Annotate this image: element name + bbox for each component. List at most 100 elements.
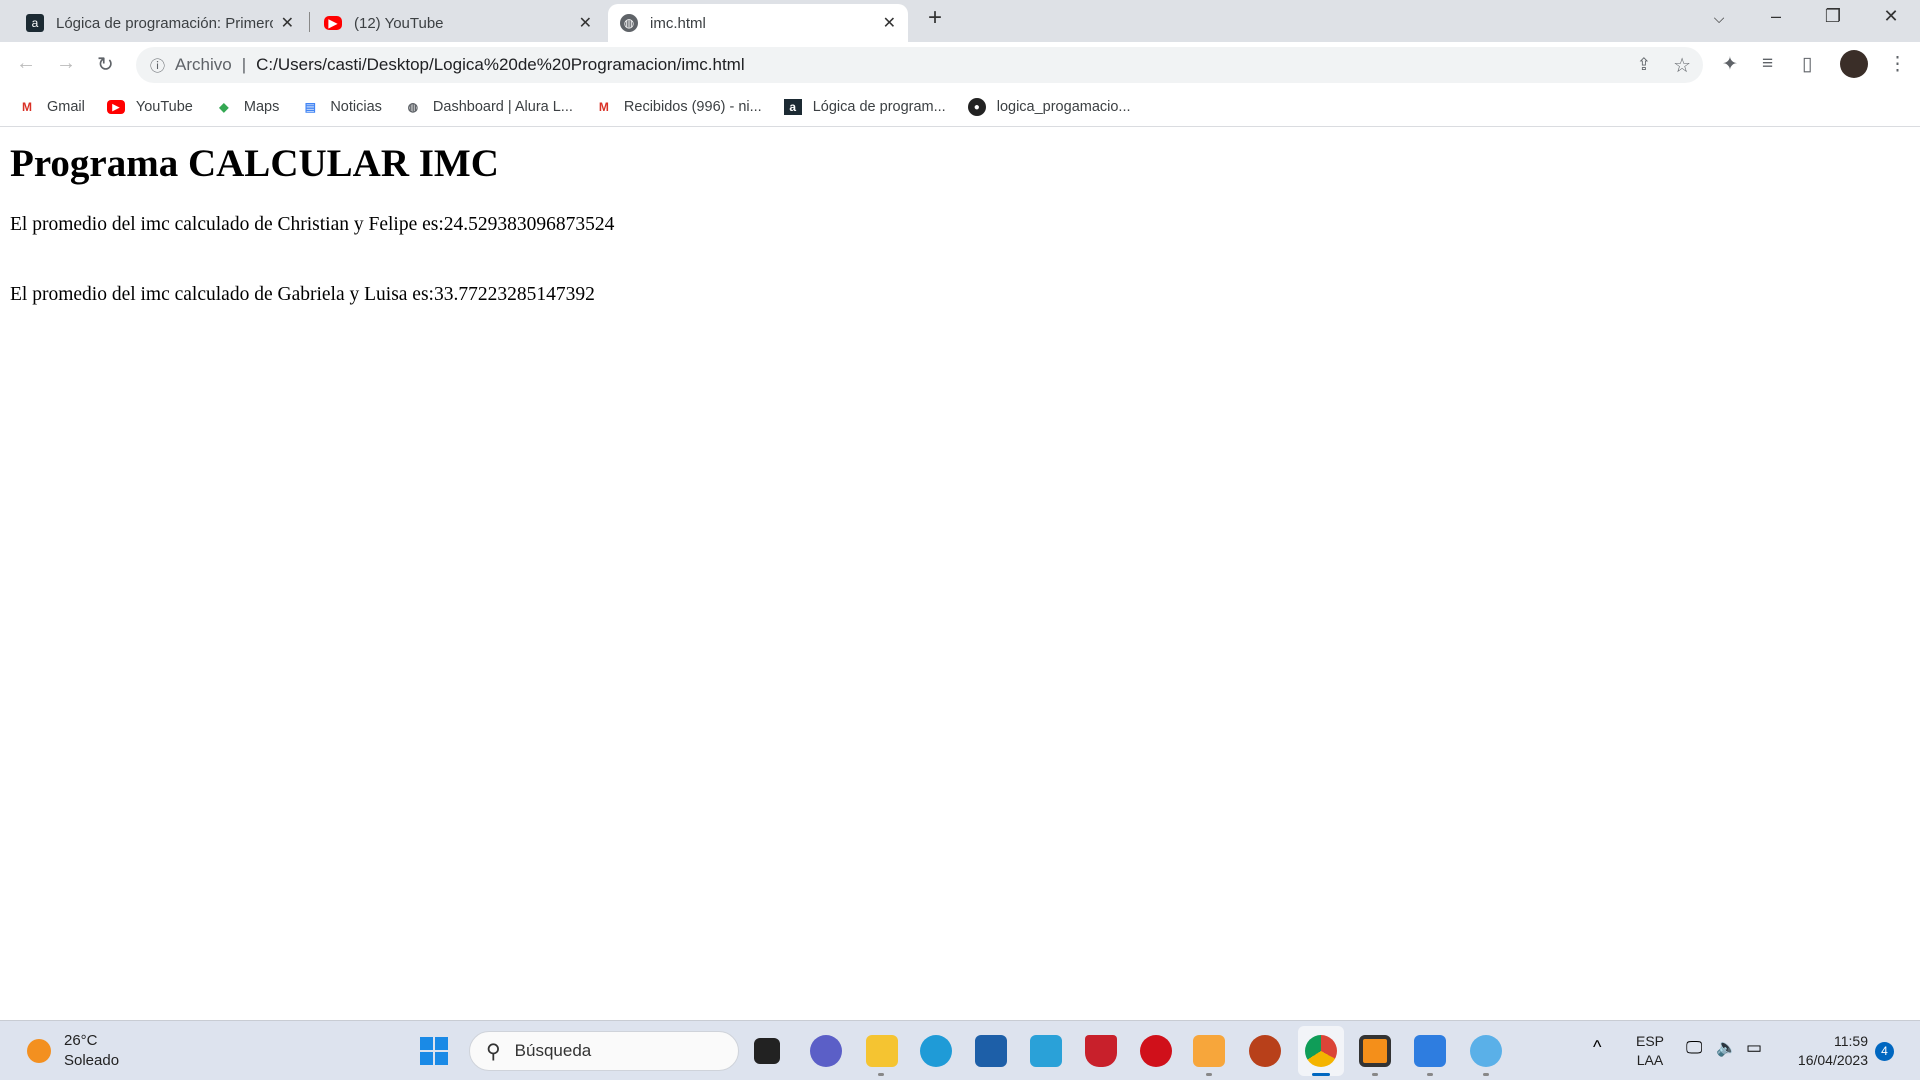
paint-icon[interactable] [1470, 1035, 1502, 1067]
notification-badge[interactable]: 4 [1875, 1042, 1894, 1061]
share-icon[interactable]: ⇪ [1637, 55, 1651, 75]
l-app-icon[interactable] [1030, 1035, 1062, 1067]
star-icon[interactable]: ☆ [1673, 53, 1691, 78]
tab-search-chevron-icon[interactable]: ⌵ [1704, 10, 1734, 27]
youtube-icon: ▶ [106, 100, 125, 114]
clock[interactable]: 11:59 16/04/2023 [1798, 1032, 1868, 1070]
store-icon[interactable] [975, 1035, 1007, 1067]
bookmark-recibidos[interactable]: M Recibidos (996) - ni... [595, 99, 762, 115]
menu-icon[interactable]: ⋮ [1888, 53, 1907, 76]
volume-icon[interactable]: 🔈 [1716, 1038, 1737, 1058]
result-line-2: El promedio del imc calculado de Gabriel… [10, 284, 595, 305]
toolbar: ← → ↻ ⓘ Archivo | C:/Users/casti/Desktop… [0, 42, 1920, 88]
bookmark-label: Noticias [330, 99, 382, 115]
tab-imc[interactable]: ◍ imc.html ✕ [608, 4, 908, 42]
restore-button[interactable]: ❐ [1818, 6, 1848, 27]
search-box[interactable]: ⚲ Búsqueda [469, 1031, 739, 1071]
sublime-text-icon[interactable] [1359, 1035, 1391, 1067]
network-icon[interactable]: 🖵 [1686, 1038, 1702, 1058]
page-title: Programa CALCULAR IMC [10, 142, 499, 185]
bookmark-label: logica_progamacio... [996, 99, 1131, 115]
github-icon: ● [967, 98, 986, 116]
free-fire-icon[interactable] [1249, 1035, 1281, 1067]
bookmark-label: Maps [243, 99, 280, 115]
file-explorer-icon[interactable] [866, 1035, 898, 1067]
media-icon[interactable]: ≡ [1762, 53, 1773, 75]
info-icon[interactable]: ⓘ [150, 55, 165, 76]
weather-condition: Soleado [64, 1052, 120, 1069]
scheme-label: Archivo [175, 55, 232, 74]
running-indicator [1206, 1073, 1212, 1076]
close-icon[interactable]: ✕ [579, 13, 592, 33]
photos-icon[interactable] [1414, 1035, 1446, 1067]
side-panel-icon[interactable]: ▯ [1802, 53, 1812, 76]
bookmark-youtube[interactable]: ▶ YouTube [106, 99, 193, 115]
tab-youtube[interactable]: ▶ (12) YouTube ✕ [312, 4, 604, 42]
sun-icon [27, 1039, 51, 1063]
bookmark-logica[interactable]: a Lógica de program... [783, 99, 946, 115]
edge-icon[interactable] [920, 1035, 952, 1067]
alura-icon: a [26, 14, 44, 32]
bookmark-gmail[interactable]: M Gmail [18, 99, 85, 115]
forward-icon[interactable]: → [56, 52, 76, 75]
tab-title: imc.html [650, 14, 706, 32]
tab-alura[interactable]: a Lógica de programación: Primeros pasos… [14, 4, 306, 42]
bookmark-maps[interactable]: ◆ Maps [215, 99, 279, 115]
date: 16/04/2023 [1797, 1052, 1868, 1068]
mcafee-icon[interactable] [1085, 1035, 1117, 1067]
close-window-button[interactable]: ✕ [1876, 6, 1906, 27]
maps-icon: ◆ [219, 100, 229, 114]
bookmark-noticias[interactable]: ▤ Noticias [301, 99, 382, 115]
globe-icon: ◍ [407, 100, 419, 114]
chrome-icon[interactable] [1305, 1035, 1337, 1067]
gmail-icon: M [22, 100, 32, 114]
language-indicator[interactable]: ESP LAA [1636, 1032, 1664, 1070]
active-indicator [1312, 1073, 1330, 1076]
search-placeholder: Búsqueda [514, 1041, 592, 1060]
start-button[interactable] [420, 1037, 448, 1065]
tab-title: (12) YouTube [354, 14, 444, 32]
weather-widget[interactable]: 26°C Soleado [64, 1031, 119, 1071]
bookmark-label: Recibidos (996) - ni... [623, 99, 762, 115]
extensions-icon[interactable]: ✦ [1722, 53, 1738, 76]
time: 11:59 [1834, 1033, 1868, 1049]
page-content: Programa CALCULAR IMC El promedio del im… [10, 127, 614, 306]
chevron-up-icon[interactable]: ^ [1593, 1037, 1601, 1058]
close-icon[interactable]: ✕ [883, 13, 896, 33]
red-app-icon[interactable] [1140, 1035, 1172, 1067]
divider: | [241, 55, 247, 74]
running-indicator [1483, 1073, 1489, 1076]
running-indicator [1427, 1073, 1433, 1076]
bookmark-github[interactable]: ● logica_progamacio... [967, 98, 1131, 116]
alura-icon: a [783, 99, 802, 115]
bookmarks-bar: M Gmail ▶ YouTube ◆ Maps ▤ Noticias ◍ Dashboa… [0, 88, 1920, 127]
bookmark-label: Lógica de program... [812, 99, 946, 115]
address-bar[interactable]: ⓘ Archivo | C:/Users/casti/Desktop/Logic… [136, 47, 1703, 83]
gmail-icon: M [598, 100, 609, 114]
task-view-icon[interactable] [754, 1038, 780, 1064]
minimize-button[interactable]: – [1761, 6, 1791, 27]
media-player-icon[interactable] [1193, 1035, 1225, 1067]
teams-chat-icon[interactable] [810, 1035, 842, 1067]
url-text[interactable]: C:/Users/casti/Desktop/Logica%20de%20Pro… [256, 55, 744, 75]
reload-icon[interactable]: ↻ [97, 52, 114, 77]
globe-icon: ◍ [620, 14, 638, 32]
avatar[interactable] [1840, 50, 1868, 78]
bookmark-label: Dashboard | Alura L... [432, 99, 573, 115]
weather-temp: 26°C [64, 1032, 98, 1049]
back-icon[interactable]: ← [16, 52, 36, 75]
running-indicator [1372, 1073, 1378, 1076]
lang-code: ESP [1636, 1033, 1665, 1049]
result-line-1: El promedio del imc calculado de Christi… [10, 214, 615, 235]
search-icon: ⚲ [486, 1040, 501, 1063]
tab-strip: a Lógica de programación: Primeros pasos… [0, 0, 1920, 42]
battery-icon[interactable]: ▭ [1746, 1038, 1762, 1058]
new-tab-button[interactable]: + [920, 4, 950, 32]
lang-layout: LAA [1636, 1052, 1664, 1068]
tab-separator [309, 12, 310, 32]
running-indicator [878, 1073, 884, 1076]
taskbar: 26°C Soleado ⚲ Búsqueda ^ ESP LAA 🖵 🔈 ▭ … [0, 1020, 1920, 1080]
youtube-icon: ▶ [324, 16, 342, 30]
bookmark-dashboard[interactable]: ◍ Dashboard | Alura L... [404, 99, 573, 115]
close-icon[interactable]: ✕ [281, 13, 294, 33]
